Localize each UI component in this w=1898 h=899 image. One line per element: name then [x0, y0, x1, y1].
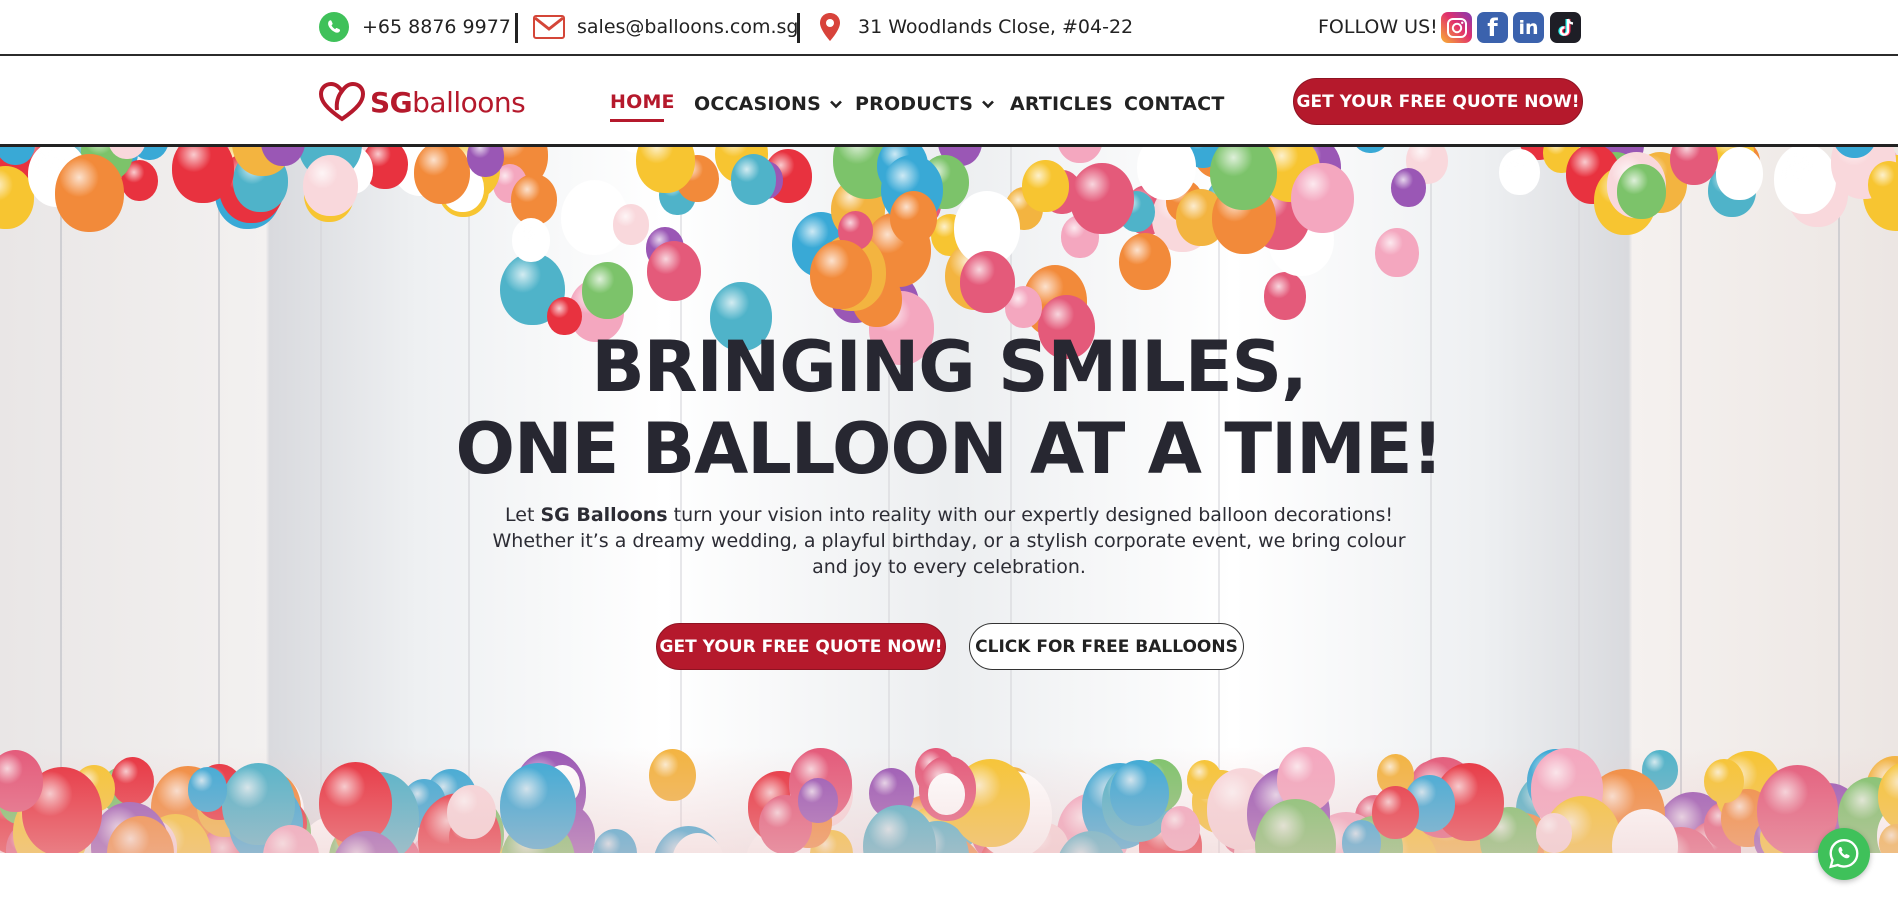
nav-occasions-label: OCCASIONS — [694, 93, 822, 115]
balloon — [414, 147, 471, 204]
balloon — [646, 240, 701, 302]
map-pin-icon — [814, 11, 846, 43]
balloon — [730, 154, 776, 206]
whatsapp-icon — [1829, 839, 1859, 869]
balloon — [1022, 160, 1069, 212]
balloon — [1209, 147, 1277, 210]
chevron-down-icon — [830, 100, 842, 109]
chevron-down-icon — [982, 100, 995, 109]
tiktok-icon[interactable] — [1550, 12, 1581, 43]
balloon — [612, 203, 650, 246]
divider — [797, 13, 800, 43]
balloon — [1375, 228, 1419, 278]
balloon — [1617, 164, 1666, 219]
whatsapp-icon — [318, 11, 350, 43]
nav-occasions[interactable]: OCCASIONS — [694, 84, 843, 124]
brand-name: SG Balloons — [540, 504, 668, 526]
balloon — [54, 154, 125, 233]
balloon — [959, 251, 1015, 313]
free-balloons-button[interactable]: CLICK FOR FREE BALLOONS — [969, 623, 1244, 670]
email-contact[interactable]: sales@balloons.com.sg — [533, 0, 798, 54]
nav-articles[interactable]: ARTICLES — [1010, 84, 1113, 124]
phone-contact[interactable]: +65 8876 9977 — [318, 0, 511, 54]
top-contact-bar: +65 8876 9977 sales@balloons.com.sg 31 W… — [0, 0, 1898, 56]
instagram-icon[interactable] — [1441, 12, 1472, 43]
balloon — [1498, 148, 1541, 195]
hero-intro-text: Let SG Balloons turn your vision into re… — [492, 504, 1406, 578]
balloon — [1350, 147, 1390, 154]
nav-products[interactable]: PRODUCTS — [855, 84, 995, 124]
balloon — [1070, 163, 1134, 234]
site-logo[interactable]: SGballoons — [318, 82, 526, 122]
nav-contact[interactable]: CONTACT — [1124, 84, 1225, 124]
hero-section — [0, 147, 1898, 853]
balloon — [582, 262, 633, 319]
balloon — [1264, 272, 1307, 320]
balloon — [889, 190, 938, 245]
linkedin-icon[interactable]: in — [1513, 12, 1544, 43]
balloon — [511, 218, 551, 262]
divider — [515, 13, 518, 43]
nav-products-label: PRODUCTS — [855, 93, 974, 115]
balloon — [1119, 232, 1172, 291]
whatsapp-chat-button[interactable] — [1818, 828, 1870, 880]
hero-headline-line2: ONE BALLOON AT A TIME! — [455, 408, 1443, 490]
nav-home[interactable]: HOME — [610, 82, 675, 122]
balloon — [1715, 147, 1763, 200]
balloon — [1773, 147, 1837, 215]
hero-floor — [0, 747, 1898, 853]
balloon — [303, 154, 358, 216]
address-text: 31 Woodlands Close, #04-22 — [858, 16, 1134, 38]
balloon — [810, 240, 873, 310]
nav-active-indicator — [610, 119, 664, 122]
header-quote-button[interactable]: GET YOUR FREE QUOTE NOW! — [1293, 78, 1583, 125]
logo-wordmark: SGballoons — [370, 85, 526, 119]
heart-logo-icon — [318, 82, 366, 122]
balloon — [1291, 163, 1354, 234]
email-address: sales@balloons.com.sg — [577, 16, 799, 38]
hero-headline: BRINGING SMILES, ONE BALLOON AT A TIME! — [449, 326, 1449, 490]
address-contact[interactable]: 31 Woodlands Close, #04-22 — [814, 0, 1133, 54]
facebook-icon[interactable]: f — [1477, 12, 1508, 43]
phone-number: +65 8876 9977 — [362, 16, 511, 38]
hero-quote-button[interactable]: GET YOUR FREE QUOTE NOW! — [656, 623, 946, 670]
balloon — [1390, 167, 1426, 208]
gmail-icon — [533, 11, 565, 43]
hero-headline-line1: BRINGING SMILES, — [591, 326, 1307, 408]
follow-us-label: FOLLOW US! — [1318, 16, 1438, 38]
